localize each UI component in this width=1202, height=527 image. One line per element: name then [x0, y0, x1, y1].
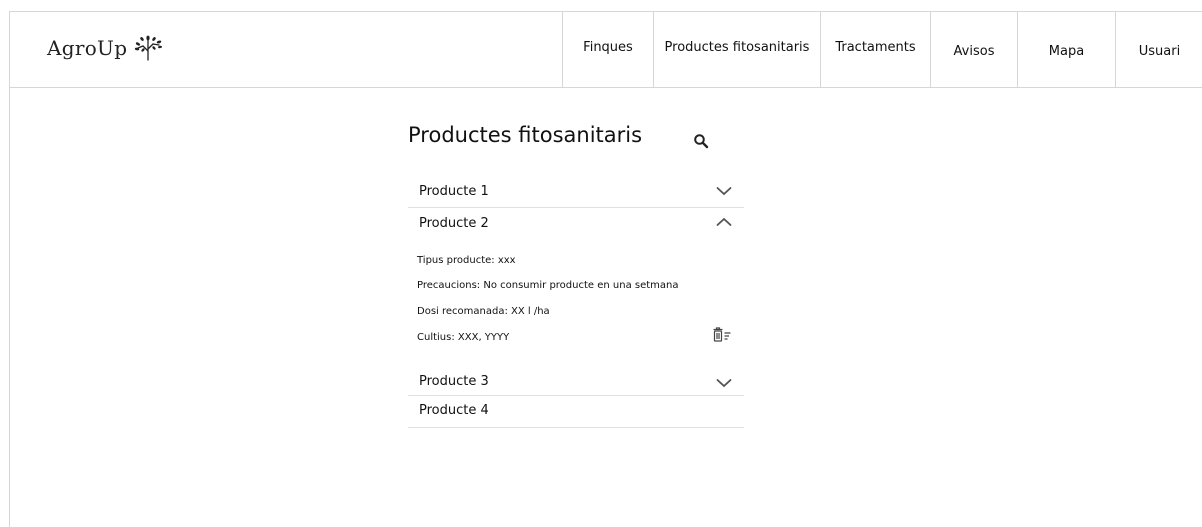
product-item-1-header[interactable]: Producte 1	[408, 176, 744, 207]
nav-productes-fitosanitaris[interactable]: Productes fitosanitaris	[653, 12, 820, 88]
product-item-3[interactable]: Producte 3	[408, 367, 744, 396]
product-item-1[interactable]: Producte 1	[408, 176, 744, 208]
nav-productes-fitosanitaris-label: Productes fitosanitaris	[664, 39, 810, 55]
nav-finques-label: Finques	[583, 39, 633, 55]
product-detail-dose: Dosi recomanada: XX l /ha	[417, 306, 550, 317]
product-item-4-label: Producte 4	[419, 403, 489, 418]
product-item-4[interactable]: Producte 4	[408, 396, 744, 428]
app-frame: AgroUp Finques Productes fitosanitaris T…	[9, 11, 1202, 527]
logo-text: AgroUp	[47, 36, 128, 60]
sprout-icon	[135, 35, 163, 61]
chevron-up-icon[interactable]	[716, 217, 732, 227]
top-navigation-bar: AgroUp Finques Productes fitosanitaris T…	[10, 12, 1202, 88]
nav-tractaments[interactable]: Tractaments	[820, 12, 930, 88]
product-item-1-label: Producte 1	[419, 184, 489, 199]
nav-avisos-label: Avisos	[953, 43, 995, 59]
nav-usuari-label: Usuari	[1138, 43, 1181, 59]
chevron-down-icon[interactable]	[716, 186, 732, 196]
product-detail-type: Tipus producte: xxx	[417, 255, 516, 266]
logo[interactable]: AgroUp	[47, 34, 163, 62]
page-title: Productes fitosanitaris	[408, 123, 643, 147]
product-item-2-label: Producte 2	[419, 216, 489, 231]
search-icon[interactable]	[693, 133, 709, 149]
chevron-down-icon[interactable]	[716, 378, 732, 388]
nav-usuari[interactable]: Usuari	[1115, 12, 1202, 88]
product-item-4-header[interactable]: Producte 4	[408, 396, 744, 427]
delete-list-icon[interactable]	[712, 327, 732, 342]
product-item-3-label: Producte 3	[419, 374, 489, 389]
nav-mapa-label: Mapa	[1048, 43, 1085, 59]
title-row: Productes fitosanitaris	[408, 118, 744, 158]
nav-avisos[interactable]: Avisos	[930, 12, 1017, 88]
nav-mapa[interactable]: Mapa	[1017, 12, 1115, 88]
product-item-2-header[interactable]: Producte 2	[408, 208, 744, 239]
product-item-2[interactable]: Producte 2	[408, 208, 744, 239]
nav-tractaments-label: Tractaments	[835, 39, 916, 55]
nav-finques[interactable]: Finques	[562, 12, 653, 88]
product-detail-precautions: Precaucions: No consumir producte en una…	[417, 280, 679, 291]
product-item-3-header[interactable]: Producte 3	[408, 367, 744, 395]
product-detail-crops: Cultius: XXX, YYYY	[417, 332, 510, 343]
